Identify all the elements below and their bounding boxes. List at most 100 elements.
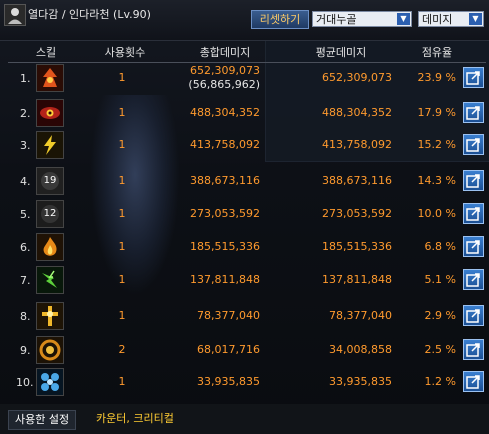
row-share: 2.9 % bbox=[424, 309, 456, 322]
row-share: 14.3 % bbox=[417, 174, 456, 187]
row-rank: 7. bbox=[20, 274, 31, 287]
row-average: 388,673,116 bbox=[322, 174, 392, 187]
row-rank: 5. bbox=[20, 208, 31, 221]
row-average: 185,515,336 bbox=[322, 240, 392, 253]
row-rank: 9. bbox=[20, 344, 31, 357]
row-share: 2.5 % bbox=[424, 343, 456, 356]
row-total: 33,935,835 bbox=[170, 375, 260, 389]
share-icon bbox=[466, 106, 480, 120]
reset-button[interactable]: 리셋하기 bbox=[251, 10, 309, 29]
row-total-sub: (56,865,962) bbox=[188, 78, 260, 91]
row-total-value: 388,673,116 bbox=[190, 174, 260, 187]
row-total: 273,053,592 bbox=[170, 207, 260, 221]
share-button[interactable] bbox=[463, 305, 484, 326]
metric-select[interactable]: 데미지 ▼ bbox=[418, 11, 484, 27]
row-total: 413,758,092 bbox=[170, 138, 260, 152]
share-icon bbox=[466, 207, 480, 221]
row-count: 1 bbox=[118, 71, 126, 84]
share-icon bbox=[466, 273, 480, 287]
chevron-down-icon: ▼ bbox=[397, 13, 410, 25]
row-average: 34,008,858 bbox=[329, 343, 392, 356]
share-button[interactable] bbox=[463, 371, 484, 392]
table-row: 7. 1 137,811,848 137,811,848 5.1 % bbox=[0, 264, 489, 296]
fire-demon-icon bbox=[36, 64, 64, 92]
table-row: 3. 1 413,758,092 413,758,092 15.2 % bbox=[0, 129, 489, 161]
tab-counter-critical[interactable]: 카운터, 크리티컬 bbox=[96, 410, 174, 428]
row-count: 1 bbox=[118, 240, 126, 253]
metric-select-value: 데미지 bbox=[422, 13, 453, 26]
avatar bbox=[4, 4, 26, 26]
share-button[interactable] bbox=[463, 203, 484, 224]
mode-select[interactable]: 거대누골 ▼ bbox=[312, 11, 412, 27]
chevron-down-icon: ▼ bbox=[469, 13, 482, 25]
row-total-value: 33,935,835 bbox=[197, 375, 260, 388]
row-rank: 1. bbox=[20, 72, 31, 85]
row-rank: 2. bbox=[20, 107, 31, 120]
row-total-value: 185,515,336 bbox=[190, 240, 260, 253]
row-total: 185,515,336 bbox=[170, 240, 260, 254]
share-icon bbox=[466, 174, 480, 188]
table-row: 9. 2 68,017,716 34,008,858 2.5 % bbox=[0, 334, 489, 366]
share-button[interactable] bbox=[463, 134, 484, 155]
row-count: 1 bbox=[118, 273, 126, 286]
row-average: 273,053,592 bbox=[322, 207, 392, 220]
share-button[interactable] bbox=[463, 170, 484, 191]
row-total-value: 652,309,073 bbox=[190, 64, 260, 77]
row-share: 15.2 % bbox=[417, 138, 456, 151]
header-total: 총합데미지 bbox=[199, 46, 251, 59]
header-count: 사용횟수 bbox=[104, 46, 146, 59]
share-button[interactable] bbox=[463, 102, 484, 123]
row-total-value: 413,758,092 bbox=[190, 138, 260, 151]
share-icon bbox=[466, 375, 480, 389]
row-total: 388,673,116 bbox=[170, 174, 260, 188]
lightning-icon bbox=[36, 131, 64, 159]
row-total: 137,811,848 bbox=[170, 273, 260, 287]
row-count: 2 bbox=[118, 343, 126, 356]
window-title: 열다감 / 인다라천 (Lv.90) bbox=[28, 8, 151, 21]
share-button[interactable] bbox=[463, 67, 484, 88]
row-average: 413,758,092 bbox=[322, 138, 392, 151]
row-total: 68,017,716 bbox=[170, 343, 260, 357]
row-average: 78,377,040 bbox=[329, 309, 392, 322]
row-count: 1 bbox=[118, 106, 126, 119]
row-total-value: 488,304,352 bbox=[190, 106, 260, 119]
row-count: 1 bbox=[118, 138, 126, 151]
row-average: 488,304,352 bbox=[322, 106, 392, 119]
row-rank: 6. bbox=[20, 241, 31, 254]
header-average: 평균데미지 bbox=[315, 46, 367, 59]
row-total: 652,309,073 (56,865,962) bbox=[170, 64, 260, 92]
table-row: 6. 1 185,515,336 185,515,336 6.8 % bbox=[0, 231, 489, 263]
row-total-value: 273,053,592 bbox=[190, 207, 260, 220]
mode-select-value: 거대누골 bbox=[316, 13, 357, 26]
row-average: 33,935,835 bbox=[329, 375, 392, 388]
row-share: 5.1 % bbox=[424, 273, 456, 286]
flame-icon bbox=[36, 233, 64, 261]
share-icon bbox=[466, 309, 480, 323]
share-button[interactable] bbox=[463, 269, 484, 290]
row-share: 23.9 % bbox=[417, 71, 456, 84]
share-button[interactable] bbox=[463, 339, 484, 360]
table-row: 8. 1 78,377,040 78,377,040 2.9 % bbox=[0, 300, 489, 332]
row-average: 652,309,073 bbox=[322, 71, 392, 84]
table-row: 4. 19 1 388,673,116 388,673,116 14.3 % bbox=[0, 165, 489, 197]
tab-settings[interactable]: 사용한 설정 bbox=[8, 410, 77, 430]
title-bar: 열다감 / 인다라천 (Lv.90) 리셋하기 거대누골 ▼ 데미지 ▼ bbox=[0, 0, 489, 41]
row-average: 137,811,848 bbox=[322, 273, 392, 286]
row-share: 1.2 % bbox=[424, 375, 456, 388]
cooldown-12-icon: 12 bbox=[36, 200, 64, 228]
cooldown-label: 12 bbox=[43, 208, 57, 219]
row-rank: 10. bbox=[16, 376, 34, 389]
holy-cross-icon bbox=[36, 302, 64, 330]
blue-orb-icon bbox=[36, 368, 64, 396]
table-row: 2. 1 488,304,352 488,304,352 17.9 % bbox=[0, 97, 489, 129]
cooldown-label: 19 bbox=[43, 175, 57, 186]
row-rank: 3. bbox=[20, 139, 31, 152]
share-button[interactable] bbox=[463, 236, 484, 257]
table-row: 5. 12 1 273,053,592 273,053,592 10.0 % bbox=[0, 198, 489, 230]
share-icon bbox=[466, 71, 480, 85]
row-total: 488,304,352 bbox=[170, 106, 260, 120]
table-row: 1. 1 652,309,073 (56,865,962) 652,309,073… bbox=[0, 62, 489, 94]
row-share: 17.9 % bbox=[417, 106, 456, 119]
table-row: 10. 1 33,935,835 33,935,835 1.2 % bbox=[0, 366, 489, 398]
orange-sigil-icon bbox=[36, 336, 64, 364]
